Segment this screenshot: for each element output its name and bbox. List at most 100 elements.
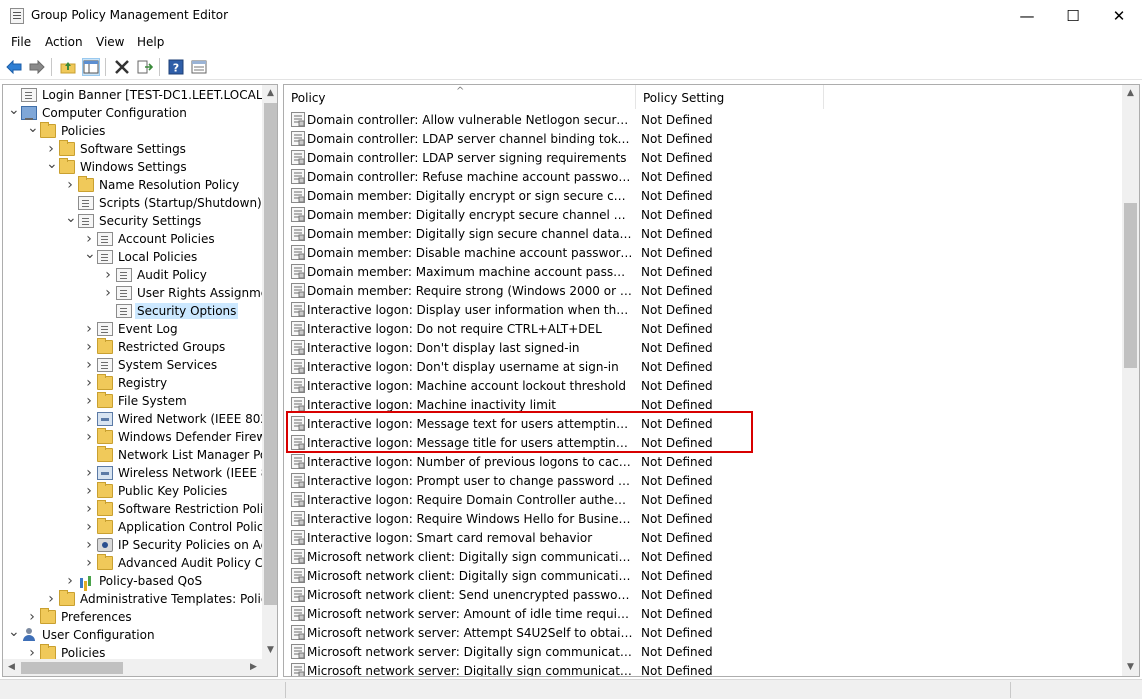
tree-node[interactable]: › Wired Network (IEEE 802.3) Policies [3,410,277,428]
list-vertical-scrollbar[interactable]: ▲ ▼ [1122,85,1139,676]
chevron-right-icon[interactable]: › [84,340,94,354]
policy-row[interactable]: Microsoft network server: Digitally sign… [284,661,1124,676]
policy-row[interactable]: Interactive logon: Smart card removal be… [284,528,1124,547]
tree-node[interactable]: › Preferences [3,608,262,626]
chevron-right-icon[interactable]: › [84,556,94,570]
menu-help[interactable]: Help [137,35,164,49]
chevron-right-icon[interactable]: › [84,394,94,408]
policy-row[interactable]: Interactive logon: Don't display last si… [284,338,1124,357]
tree-node[interactable]: › Account Policies [3,230,262,248]
chevron-right-icon[interactable]: › [84,322,94,336]
tree-node[interactable]: › Restricted Groups [3,338,262,356]
tree-node[interactable]: ⌄ Policies [3,121,262,140]
scroll-down-icon[interactable]: ▼ [262,642,277,659]
policy-row[interactable]: Domain member: Digitally encrypt secure … [284,205,1124,224]
chevron-right-icon[interactable]: › [84,430,94,444]
policy-row[interactable]: Microsoft network client: Digitally sign… [284,566,1124,585]
tree-node[interactable]: › Wireless Network (IEEE 802.11) Policies [3,464,277,482]
scroll-left-icon[interactable]: ◀ [3,659,20,676]
policy-row[interactable]: Microsoft network client: Digitally sign… [284,547,1124,566]
chevron-right-icon[interactable]: › [84,232,94,246]
tree-node[interactable]: ⌄ User Configuration [3,625,262,644]
policy-row[interactable]: Domain controller: Refuse machine accoun… [284,167,1124,186]
forward-button[interactable] [28,58,46,76]
tree-node[interactable]: › Application Control Policies [3,518,277,536]
policy-row[interactable]: Domain member: Maximum machine account p… [284,262,1124,281]
tree-node[interactable]: › Event Log [3,320,262,338]
chevron-down-icon[interactable]: ⌄ [27,121,39,138]
chevron-right-icon[interactable]: › [84,520,94,534]
tree-vertical-scrollbar[interactable]: ▲ ▼ [262,85,277,660]
back-button[interactable] [5,58,23,76]
chevron-right-icon[interactable]: › [46,592,56,606]
chevron-right-icon[interactable]: › [84,466,94,480]
tree-node[interactable]: › Software Settings [3,140,262,158]
policy-row[interactable]: Interactive logon: Machine account locko… [284,376,1124,395]
tree-scroll-thumb[interactable] [264,103,277,605]
policy-row[interactable]: Microsoft network server: Digitally sign… [284,642,1124,661]
policy-row[interactable]: Interactive logon: Number of previous lo… [284,452,1124,471]
menu-file[interactable]: File [11,35,31,49]
tree-node[interactable]: ⌄ Computer Configuration [3,103,262,122]
tree-node[interactable]: › User Rights Assignment [3,284,277,302]
policy-row[interactable]: Interactive logon: Display user informat… [284,300,1124,319]
minimize-button[interactable]: — [1004,0,1050,32]
list-scroll-thumb[interactable] [1124,203,1137,368]
policy-row[interactable]: Interactive logon: Don't display usernam… [284,357,1124,376]
tree-node[interactable]: Security Options [3,302,262,320]
chevron-down-icon[interactable]: ⌄ [46,157,58,174]
scroll-down-icon[interactable]: ▼ [1122,659,1139,676]
tree-node[interactable]: Scripts (Startup/Shutdown) [3,194,262,212]
tree-node[interactable]: › Windows Defender Firewall with Advanced… [3,428,277,446]
chevron-right-icon[interactable]: › [84,502,94,516]
close-button[interactable]: ✕ [1096,0,1142,32]
tree-node[interactable]: › IP Security Policies on Active Director… [3,536,277,554]
policy-row[interactable]: Interactive logon: Prompt user to change… [284,471,1124,490]
scroll-up-icon[interactable]: ▲ [262,85,277,102]
tree-node[interactable]: ⌄ Local Policies [3,247,262,266]
chevron-down-icon[interactable]: ⌄ [84,247,96,264]
tree-node[interactable]: › Public Key Policies [3,482,262,500]
console-tree-pane[interactable]: Login Banner [TEST-DC1.LEET.LOCAL] Polic… [2,84,278,677]
chevron-right-icon[interactable]: › [27,610,37,624]
up-one-level-button[interactable] [59,58,77,76]
tree-node[interactable]: › Policy-based QoS [3,572,262,590]
policy-row[interactable]: Interactive logon: Do not require CTRL+A… [284,319,1124,338]
chevron-right-icon[interactable]: › [46,142,56,156]
policy-row[interactable]: Domain controller: Allow vulnerable Netl… [284,110,1124,129]
scroll-right-icon[interactable]: ▶ [245,659,262,676]
policy-list-pane[interactable]: Policy ^ Policy Setting Domain controlle… [283,84,1140,677]
chevron-right-icon[interactable]: › [65,178,75,192]
policy-row[interactable]: Microsoft network server: Amount of idle… [284,604,1124,623]
policy-row[interactable]: Microsoft network client: Send unencrypt… [284,585,1124,604]
tree-node[interactable]: › File System [3,392,262,410]
help-button[interactable]: ? [167,58,185,76]
tree-node[interactable]: › System Services [3,356,262,374]
scroll-up-icon[interactable]: ▲ [1122,85,1139,102]
tree-hscroll-thumb[interactable] [21,662,123,674]
tree-node[interactable]: › Advanced Audit Policy Configuration [3,554,277,572]
tree-node[interactable]: Network List Manager Policies [3,446,277,464]
properties-button[interactable] [190,58,208,76]
tree-node[interactable]: › Administrative Templates: Policy defini… [3,590,277,608]
policy-row[interactable]: Domain member: Digitally sign secure cha… [284,224,1124,243]
export-list-button[interactable] [136,58,154,76]
tree-node[interactable]: ⌄ Windows Settings [3,157,262,176]
policy-row[interactable]: Microsoft network server: Attempt S4U2Se… [284,623,1124,642]
column-header-policy-setting[interactable]: Policy Setting [636,85,824,109]
tree-node[interactable]: Login Banner [TEST-DC1.LEET.LOCAL] Polic… [3,86,277,104]
menu-view[interactable]: View [96,35,124,49]
policy-row[interactable]: Interactive logon: Message title for use… [284,433,1124,452]
policy-row[interactable]: Domain member: Require strong (Windows 2… [284,281,1124,300]
chevron-right-icon[interactable]: › [84,376,94,390]
chevron-down-icon[interactable]: ⌄ [65,211,77,228]
chevron-down-icon[interactable]: ⌄ [8,103,20,120]
chevron-right-icon[interactable]: › [65,574,75,588]
delete-button[interactable] [113,58,131,76]
chevron-right-icon[interactable]: › [103,286,113,300]
maximize-button[interactable]: ☐ [1050,0,1096,32]
chevron-right-icon[interactable]: › [84,412,94,426]
tree-node[interactable]: › Name Resolution Policy [3,176,262,194]
policy-row[interactable]: Domain controller: LDAP server channel b… [284,129,1124,148]
policy-row[interactable]: Interactive logon: Require Domain Contro… [284,490,1124,509]
